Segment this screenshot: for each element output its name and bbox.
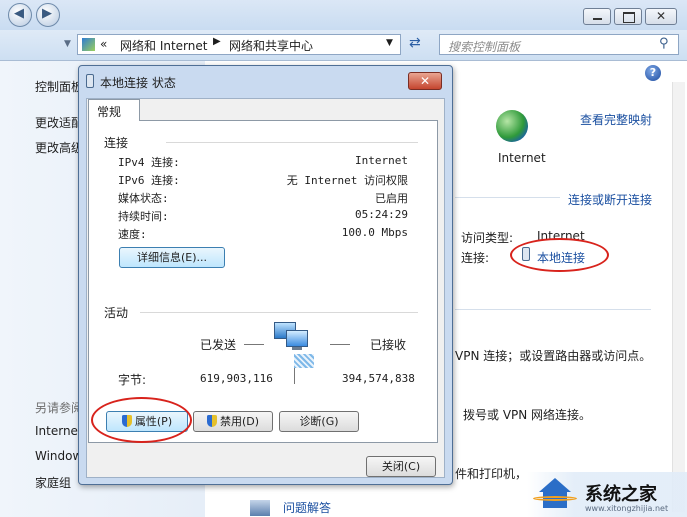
bytes-label: 字节: xyxy=(118,373,147,387)
printer-sharing-text: 件和打印机， xyxy=(455,467,528,481)
bytes-sent-value: 619,903,116 xyxy=(200,372,273,385)
window-close-button[interactable]: ✕ xyxy=(645,8,677,25)
internet-label: Internet xyxy=(498,151,546,165)
back-arrow-icon: ◀ xyxy=(14,6,24,21)
left-link-control-panel[interactable]: 控制面板 xyxy=(35,78,83,95)
connection-section-heading: 连接 xyxy=(104,136,129,150)
disable-button[interactable]: 禁用(D) xyxy=(193,411,273,432)
details-button[interactable]: 详细信息(E)... xyxy=(119,247,225,268)
close-icon: ✕ xyxy=(656,9,667,23)
scrollbar[interactable] xyxy=(672,82,685,512)
close-button[interactable]: 关闭(C) xyxy=(366,456,436,477)
forward-button[interactable]: ▶ xyxy=(36,3,60,27)
see-also-homegroup[interactable]: 家庭组 xyxy=(35,474,71,491)
left-link-change-adapter[interactable]: 更改适配 xyxy=(35,114,83,131)
connection-label: 连接: xyxy=(461,251,490,265)
network-computers-icon xyxy=(274,322,308,350)
maximize-button[interactable] xyxy=(614,8,642,25)
help-icon[interactable]: ? xyxy=(645,65,661,81)
search-input-placeholder: 搜索控制面板 xyxy=(448,40,521,54)
search-box[interactable]: 搜索控制面板 ⚲ xyxy=(439,34,679,55)
section-divider xyxy=(140,312,418,313)
see-also-windows-firewall[interactable]: Window xyxy=(35,449,82,463)
disable-button-label: 禁用(D) xyxy=(219,415,260,428)
ipv4-label: IPv4 连接: xyxy=(118,156,180,169)
tab-general[interactable]: 常规 xyxy=(88,99,140,121)
speed-label: 速度: xyxy=(118,228,147,241)
diagnose-button[interactable]: 诊断(G) xyxy=(279,411,359,432)
breadcrumb-arrow-icon[interactable]: ▶ xyxy=(213,36,221,47)
search-icon[interactable]: ⚲ xyxy=(659,36,669,51)
forward-arrow-icon: ▶ xyxy=(42,6,52,21)
troubleshoot-link[interactable]: 问题解答 xyxy=(283,499,331,516)
watermark-house-icon xyxy=(533,478,577,508)
see-also-internet-options[interactable]: Internet xyxy=(35,424,83,438)
sent-label: 已发送 xyxy=(200,338,237,352)
breadcrumb-network-internet[interactable]: 网络和 Internet xyxy=(120,37,207,54)
activity-cable-icon xyxy=(294,354,314,368)
ipv4-value: Internet xyxy=(355,154,408,167)
refresh-icon[interactable]: ⇄ xyxy=(409,35,421,51)
activity-section-heading: 活动 xyxy=(104,306,129,320)
watermark-logo: 系统之家 www.xitongzhijia.net xyxy=(527,472,687,517)
recent-pages-icon[interactable]: ▼ xyxy=(64,39,71,49)
media-state-label: 媒体状态: xyxy=(118,192,169,205)
troubleshoot-icon xyxy=(250,500,270,516)
highlight-circle-local-connection xyxy=(510,238,609,272)
minimize-button[interactable] xyxy=(583,8,611,25)
network-adapter-icon xyxy=(86,74,94,88)
duration-label: 持续时间: xyxy=(118,210,169,223)
connect-disconnect-link[interactable]: 连接或断开连接 xyxy=(568,191,652,208)
speed-value: 100.0 Mbps xyxy=(341,226,408,239)
watermark-text: 系统之家 xyxy=(585,484,657,505)
bytes-received-value: 394,574,838 xyxy=(342,372,415,385)
section-divider xyxy=(166,142,418,143)
access-type-label: 访问类型: xyxy=(461,231,514,245)
media-state-value: 已启用 xyxy=(375,192,408,205)
received-label: 已接收 xyxy=(370,338,407,352)
highlight-circle-properties xyxy=(91,397,192,443)
breadcrumb-network-sharing[interactable]: 网络和共享中心 xyxy=(229,37,313,54)
watermark-url: www.xitongzhijia.net xyxy=(585,504,669,513)
dialog-close-icon[interactable]: ✕ xyxy=(408,72,442,90)
minimize-icon xyxy=(593,18,602,20)
tab-general-label: 常规 xyxy=(97,105,122,119)
left-link-change-advanced[interactable]: 更改高级 xyxy=(35,139,83,156)
duration-value: 05:24:29 xyxy=(355,208,408,221)
back-button[interactable]: ◀ xyxy=(8,3,32,27)
activity-divider xyxy=(294,368,295,384)
uac-shield-icon xyxy=(206,415,217,427)
vpn-setup-text: VPN 连接；或设置路由器或访问点。 xyxy=(455,349,652,363)
divider xyxy=(455,309,651,310)
view-full-map-link[interactable]: 查看完整映射 xyxy=(580,111,652,128)
control-panel-icon xyxy=(82,38,95,51)
maximize-icon xyxy=(623,12,635,23)
address-prefix: « xyxy=(100,37,108,51)
ipv6-label: IPv6 连接: xyxy=(118,174,180,187)
received-line xyxy=(330,344,350,345)
divider xyxy=(455,197,560,198)
ipv6-value: 无 Internet 访问权限 xyxy=(286,174,408,187)
address-bar[interactable]: « 网络和 Internet ▶ 网络和共享中心 ▼ xyxy=(77,34,401,55)
dialup-vpn-text: 拨号或 VPN 网络连接。 xyxy=(463,408,592,422)
internet-globe-icon xyxy=(496,110,528,142)
sent-line xyxy=(244,344,264,345)
dialog-title: 本地连接 状态 xyxy=(100,76,176,90)
address-dropdown-icon[interactable]: ▼ xyxy=(386,38,393,48)
see-also-heading: 另请参阅 xyxy=(35,401,84,415)
